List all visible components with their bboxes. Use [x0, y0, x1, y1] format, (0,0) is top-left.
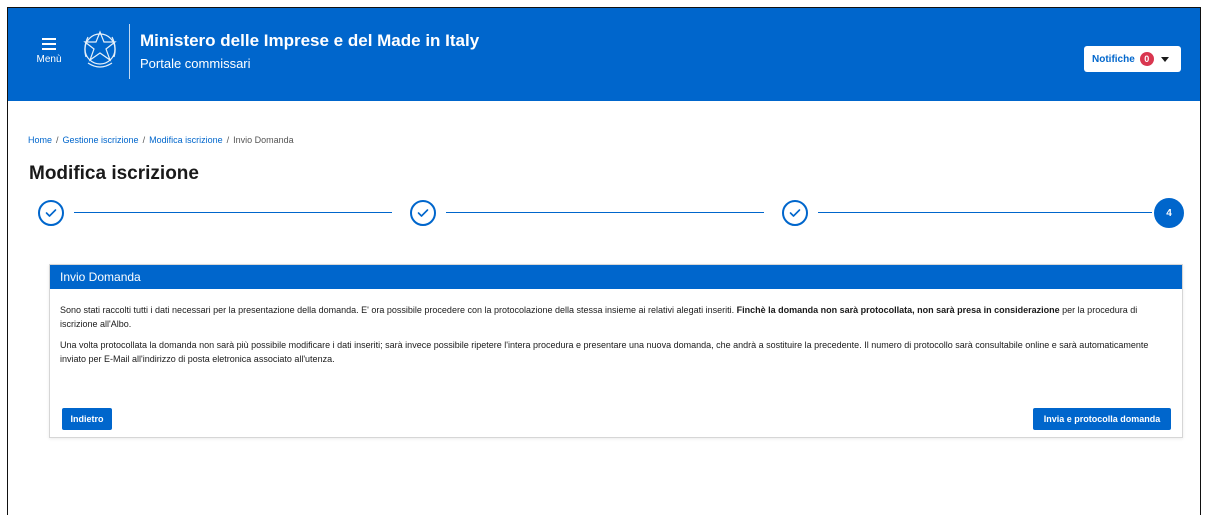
breadcrumb-modifica-iscrizione[interactable]: Modifica iscrizione — [149, 135, 223, 145]
menu-label: Menù — [36, 54, 62, 65]
check-icon — [45, 209, 57, 217]
check-icon — [417, 209, 429, 217]
header-divider — [129, 24, 130, 79]
app-window: Menù Ministero delle Imprese e del Made … — [7, 7, 1201, 515]
info-text-bold: Finchè la domanda non sarà protocollata,… — [736, 305, 1060, 315]
back-button[interactable]: Indietro — [62, 408, 112, 430]
check-icon — [789, 209, 801, 217]
step-2-completed — [410, 200, 436, 226]
step-3-completed — [782, 200, 808, 226]
breadcrumb-gestione-iscrizione[interactable]: Gestione iscrizione — [63, 135, 139, 145]
menu-button[interactable]: Menù — [34, 38, 64, 65]
breadcrumb-home[interactable]: Home — [28, 135, 52, 145]
info-paragraph-1: Sono stati raccolti tutti i dati necessa… — [60, 303, 1172, 331]
invio-domanda-card: Invio Domanda Sono stati raccolti tutti … — [49, 264, 1183, 438]
breadcrumb: Home / Gestione iscrizione / Modifica iscriz… — [28, 135, 294, 145]
step-connector — [74, 212, 392, 213]
step-connector — [446, 212, 764, 213]
notifications-count-badge: 0 — [1139, 52, 1154, 66]
notifications-label: Notifiche — [1092, 53, 1135, 65]
step-connector — [818, 212, 1152, 213]
site-header: Menù Ministero delle Imprese e del Made … — [8, 8, 1200, 101]
breadcrumb-separator: / — [56, 135, 59, 145]
step-4-active: 4 — [1154, 198, 1184, 228]
brand[interactable]: Ministero delle Imprese e del Made in It… — [140, 30, 479, 73]
hamburger-icon — [42, 38, 56, 50]
card-title: Invio Domanda — [50, 265, 1182, 289]
caret-down-icon — [1160, 56, 1169, 62]
breadcrumb-separator: / — [142, 135, 146, 145]
notifications-dropdown[interactable]: Notifiche 0 — [1084, 46, 1181, 72]
submit-protocol-button[interactable]: Invia e protocolla domanda — [1033, 408, 1171, 430]
page-title: Modifica iscrizione — [29, 163, 199, 184]
progress-stepper: 4 — [38, 197, 1186, 229]
breadcrumb-separator: / — [226, 135, 230, 145]
info-paragraph-2: Una volta protocollata la domanda non sa… — [60, 340, 1149, 364]
card-body: Sono stati raccolti tutti i dati necessa… — [50, 289, 1182, 366]
emblem-icon — [83, 30, 117, 68]
brand-subtitle: Portale commissari — [140, 56, 251, 71]
breadcrumb-current: Invio Domanda — [233, 135, 294, 145]
info-text: Sono stati raccolti tutti i dati necessa… — [60, 305, 737, 315]
brand-title: Ministero delle Imprese e del Made in It… — [140, 31, 480, 50]
step-1-completed — [38, 200, 64, 226]
